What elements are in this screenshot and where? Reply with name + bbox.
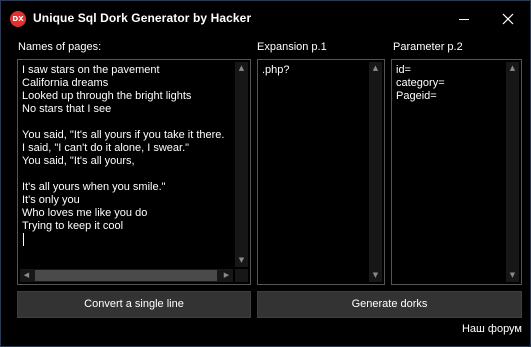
pages-horizontal-scrollbar[interactable]: ◀ ▶ (20, 269, 233, 282)
text-line: Who loves me like you do (22, 207, 148, 219)
scroll-right-icon[interactable]: ▶ (220, 269, 233, 282)
text-line: Pageid= (396, 90, 437, 102)
text-line: You said, "It's all yours if you take it… (22, 129, 225, 141)
pages-textarea[interactable]: I saw stars on the pavement California dr… (17, 59, 251, 285)
scroll-corner (235, 269, 248, 282)
text-line: I saw stars on the pavement (22, 64, 160, 76)
text-line: It's only you (22, 194, 80, 206)
text-line: You said, "It's all yours, (22, 155, 135, 167)
scroll-down-icon[interactable]: ▼ (506, 269, 519, 282)
expansion-textarea[interactable]: .php? ▲ ▼ (257, 59, 385, 285)
scroll-left-icon[interactable]: ◀ (20, 269, 33, 282)
text-caret (23, 233, 24, 246)
parameter-label: Parameter p.2 (393, 41, 463, 53)
text-line: .php? (262, 64, 290, 76)
close-button[interactable] (486, 1, 530, 36)
generate-dorks-button[interactable]: Generate dorks (257, 291, 522, 318)
scroll-down-icon[interactable]: ▼ (369, 269, 382, 282)
convert-single-line-button[interactable]: Convert a single line (17, 291, 251, 318)
text-line: No stars that I see (22, 103, 112, 115)
forum-link[interactable]: Наш форум (462, 323, 522, 335)
app-logo-icon: DX (10, 11, 26, 27)
horizontal-scroll-thumb[interactable] (35, 270, 217, 281)
text-line: California dreams (22, 77, 109, 89)
title-bar[interactable]: DX Unique Sql Dork Generator by Hacker (1, 1, 530, 36)
app-window: DX Unique Sql Dork Generator by Hacker N… (0, 0, 531, 347)
text-line: Looked up through the bright lights (22, 90, 192, 102)
text-line: category= (396, 77, 445, 89)
pages-vertical-scrollbar[interactable]: ▲ ▼ (235, 62, 248, 267)
text-line: It's all yours when you smile." (22, 181, 166, 193)
minimize-icon (459, 19, 469, 20)
text-line: I said, "I can't do it alone, I swear." (22, 142, 190, 154)
close-icon (502, 13, 514, 25)
expansion-label: Expansion p.1 (257, 41, 327, 53)
scroll-up-icon[interactable]: ▲ (506, 62, 519, 75)
text-line: Trying to keep it cool (22, 220, 124, 232)
scroll-up-icon[interactable]: ▲ (235, 62, 248, 75)
parameter-textarea[interactable]: id= category= Pageid= ▲ ▼ (391, 59, 522, 285)
expansion-vertical-scrollbar[interactable]: ▲ ▼ (369, 62, 382, 282)
text-line: id= (396, 64, 411, 76)
window-title: Unique Sql Dork Generator by Hacker (33, 11, 252, 25)
minimize-button[interactable] (442, 1, 486, 36)
scroll-down-icon[interactable]: ▼ (235, 254, 248, 267)
scroll-up-icon[interactable]: ▲ (369, 62, 382, 75)
pages-label: Names of pages: (18, 41, 102, 53)
parameter-vertical-scrollbar[interactable]: ▲ ▼ (506, 62, 519, 282)
